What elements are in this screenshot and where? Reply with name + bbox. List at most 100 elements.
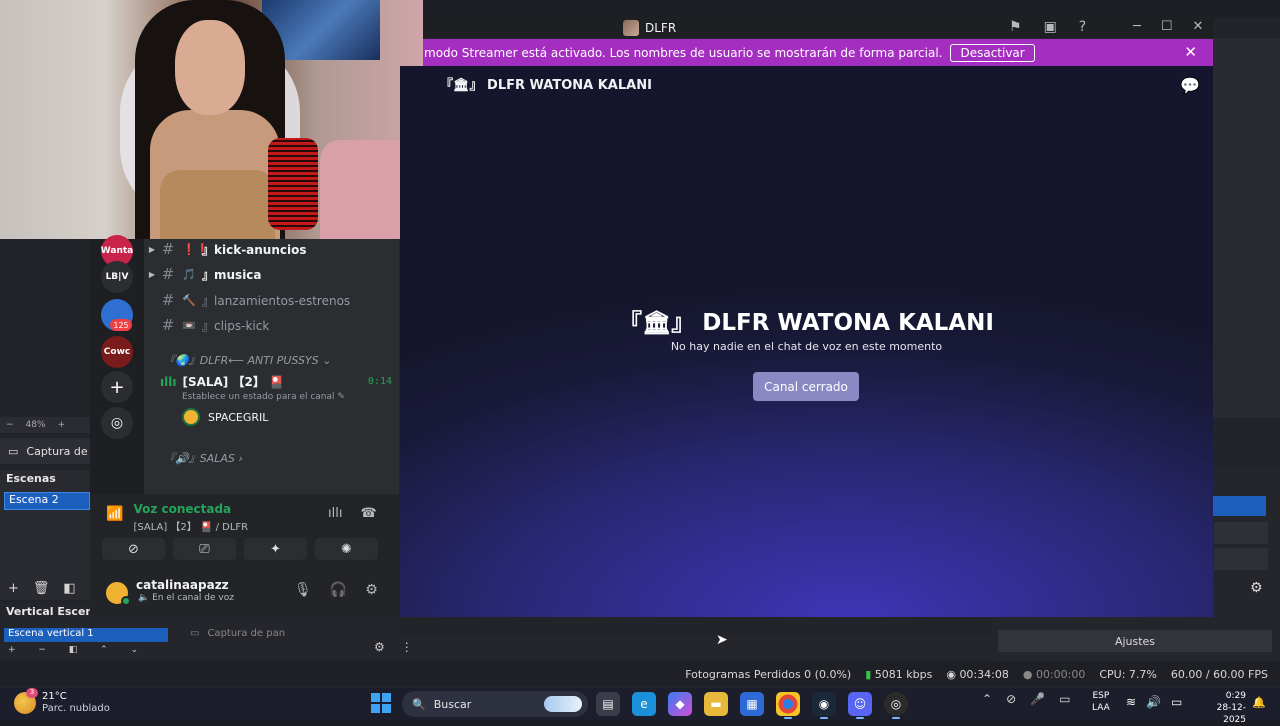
scene-item[interactable]: Escena 2 (4, 492, 90, 510)
lang-primary: ESP (1092, 691, 1110, 701)
voice-channel-sala2[interactable]: ıllı [SALA] 【2】 🎴 0:14 Establece un esta… (160, 373, 392, 426)
language-indicator[interactable]: ESP LAA (1092, 690, 1110, 714)
record-time-value: 00:00:00 (1035, 667, 1086, 681)
chevron-up-icon[interactable]: ⌃ (982, 692, 992, 706)
start-streaming-button[interactable] (1212, 496, 1266, 516)
voice-user-name: SPACEGRIL (208, 410, 269, 424)
gear-icon[interactable]: ⚙ (365, 582, 378, 598)
obs-icon[interactable]: ◎ (884, 692, 908, 719)
channel-emoji: ❗❗ (182, 242, 210, 256)
scenes-header: Escenas (6, 472, 56, 485)
search-bar[interactable]: 🔍 Buscar (402, 691, 588, 717)
obs-source-bar[interactable]: ▭ Captura de (0, 438, 90, 464)
control-button[interactable] (1214, 548, 1268, 570)
remove-scene-button[interactable]: 🗑 (33, 581, 50, 596)
vertical-tools[interactable]: + − ◧ ⌃ ⌄ (8, 645, 148, 655)
store-icon[interactable]: ▦ (740, 692, 764, 716)
vertical-source-item[interactable]: ▭ Captura de pan (190, 628, 350, 642)
window-title: DLFR (623, 20, 676, 36)
voice-user[interactable]: SPACEGRIL (182, 408, 392, 426)
taskbar-apps: ▤ e ◆ ▬ ▦ ◉ ☺ ◎ (596, 692, 908, 719)
category-salas[interactable]: 『🔊』SALAS › (164, 450, 243, 466)
chrome-icon[interactable] (776, 692, 800, 719)
volume-icon: 🔊 (1146, 695, 1162, 709)
control-button[interactable] (1214, 522, 1268, 544)
maximize-button[interactable]: ☐ (1161, 19, 1173, 34)
voice-status[interactable]: 📶 Voz conectada [SALA] 【2】 🎴 / DLFR (106, 502, 248, 533)
clock[interactable]: 0:29 28-12-2025 (1206, 690, 1246, 726)
discord-icon[interactable]: ☺ (848, 692, 872, 719)
channel-kick-anuncios[interactable]: ▶ # ❗❗ 』kick-anuncios (144, 239, 394, 260)
steam-icon[interactable]: ◉ (812, 692, 836, 719)
file-explorer-icon[interactable]: ▬ (704, 692, 728, 716)
vertical-source-label: Captura de pan (207, 628, 286, 639)
help-icon[interactable]: ? (1079, 19, 1086, 35)
mic-tray-icon[interactable]: 🎤 (1030, 692, 1045, 706)
edge-icon[interactable]: e (632, 692, 656, 716)
headphones-icon[interactable]: 🎧 (330, 582, 347, 598)
audio-settings-icon[interactable]: ⚙ (374, 640, 385, 654)
inbox-icon[interactable]: ▣ (1044, 19, 1057, 35)
minimize-button[interactable]: ─ (1133, 19, 1141, 34)
settings-button[interactable]: Ajustes (998, 630, 1272, 652)
zoom-in-button[interactable]: + (58, 420, 66, 430)
channel-header: 『🏛』 DLFR WATONA KALANI (440, 74, 652, 93)
deactivate-button[interactable]: Desactivar (950, 43, 1035, 62)
system-tray: ⌃ ⊘ 🎤 ▭ (982, 692, 1070, 706)
server-rail: Wanta LB|V 125 Cowc + ◎ (90, 235, 144, 494)
add-scene-button[interactable]: + (8, 581, 19, 596)
server-label: Cowc (103, 347, 131, 357)
zoom-out-button[interactable]: − (6, 420, 14, 430)
channel-list: ▶ # ❗❗ 』kick-anuncios ▶ # 🎵 』musica # 🔨 … (144, 239, 399, 494)
noise-suppression-icon[interactable]: ıllı (328, 506, 342, 521)
microphone (268, 138, 318, 230)
activities-button[interactable]: ✦ (244, 538, 307, 560)
scene-filter-button[interactable]: ◧ (63, 581, 75, 596)
weather-icon: 3 (14, 688, 38, 714)
camera-off-button[interactable]: ⊘ (102, 538, 165, 560)
screen-share-button[interactable]: ⎚ (173, 538, 236, 560)
scene-tools: + 🗑 ◧ (0, 578, 90, 598)
quick-settings[interactable]: ≋ 🔊 ▭ (1126, 695, 1182, 709)
stage-title: 『🏛』 DLFR WATONA KALANI (619, 310, 994, 336)
channel-lanzamientos[interactable]: # 🔨 』lanzamientos-estrenos (144, 289, 394, 311)
network-off-icon[interactable]: ⊘ (1006, 692, 1016, 706)
streamer-top (160, 170, 275, 239)
disconnect-icon[interactable]: ☎ (360, 506, 376, 521)
close-icon[interactable]: ✕ (1184, 43, 1197, 61)
start-button[interactable] (371, 693, 391, 713)
online-status-icon (121, 596, 131, 606)
channel-name: 』kick-anuncios (202, 242, 307, 257)
copilot-icon[interactable]: ◆ (668, 692, 692, 716)
set-status-link[interactable]: Establece un estado para el canal ✎ (182, 392, 392, 402)
clock-date: 28-12-2025 (1216, 703, 1246, 725)
streamer-mode-banner: modo Streamer está activado. Los nombres… (423, 39, 1213, 66)
add-server-button[interactable]: + (101, 371, 133, 403)
channel-closed-button[interactable]: Canal cerrado (753, 372, 859, 401)
channel-clips-kick[interactable]: # 📼 』clips-kick (144, 314, 394, 336)
soundboard-button[interactable]: ✺ (315, 538, 378, 560)
category-anti-pussys[interactable]: 『🌏』DLFR⟵ ANTI PUSSYS ⌄ (164, 352, 331, 368)
collapse-arrow-icon: ▶ (148, 269, 156, 279)
flag-icon[interactable]: ⚑ (1009, 19, 1022, 35)
gear-icon[interactable]: ⚙ (1250, 580, 1263, 596)
more-options-icon[interactable]: ⋮ (401, 640, 413, 654)
tray-app-icon[interactable]: ▭ (1059, 692, 1070, 706)
discover-button[interactable]: ◎ (101, 407, 133, 439)
task-view-icon[interactable]: ▤ (596, 692, 620, 716)
weather-widget[interactable]: 3 21°C Parc. nublado (14, 688, 110, 715)
notification-bell-icon[interactable]: 🔔 (1252, 696, 1266, 709)
server-icon-4[interactable]: Cowc (101, 336, 133, 368)
fps: 60.00 / 60.00 FPS (1170, 667, 1268, 681)
server-icon-2[interactable]: LB|V (101, 261, 133, 293)
record-time: ● 00:00:00 (1022, 667, 1086, 681)
channel-musica[interactable]: ▶ # 🎵 』musica (144, 263, 394, 285)
server-avatar (623, 20, 639, 36)
windows-taskbar: 3 21°C Parc. nublado 🔍 Buscar ▤ e ◆ ▬ ▦ … (0, 688, 1280, 725)
close-button[interactable]: ✕ (1192, 19, 1203, 34)
chat-bubble-icon[interactable]: 💬 (1180, 76, 1200, 95)
username: catalinaapazz (136, 578, 229, 592)
vertical-scene-item[interactable]: Escena vertical 1 (4, 628, 168, 642)
microphone-icon[interactable]: 🎙 (294, 582, 312, 598)
server-label: LB|V (105, 272, 129, 282)
